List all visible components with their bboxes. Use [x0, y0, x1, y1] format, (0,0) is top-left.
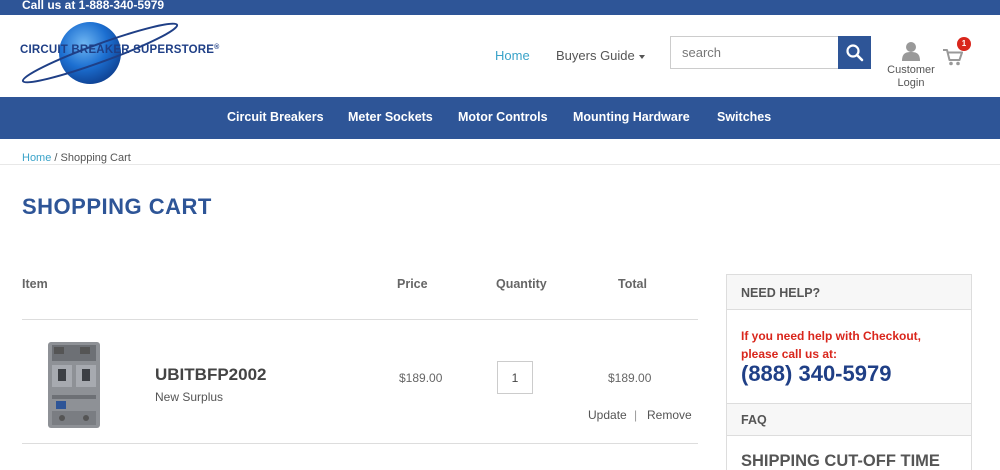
globe-logo-icon — [21, 22, 179, 84]
customer-login-label: Customer Login — [887, 64, 935, 89]
product-image[interactable] — [22, 337, 124, 433]
cart-link[interactable] — [943, 48, 965, 68]
category-nav: Circuit Breakers Meter Sockets Motor Con… — [0, 97, 1000, 139]
item-total: $189.00 — [608, 371, 652, 385]
cart-count-badge: 1 — [957, 37, 971, 51]
quantity-input[interactable] — [497, 361, 533, 394]
faq-heading: FAQ — [741, 413, 767, 427]
category-switches[interactable]: Switches — [717, 110, 771, 124]
shipping-cutoff-heading: SHIPPING CUT-OFF TIME — [741, 452, 940, 470]
column-header-item: Item — [22, 277, 48, 291]
search-icon — [846, 44, 864, 62]
buyers-guide-label: Buyers Guide — [556, 48, 635, 63]
category-mounting-hardware[interactable]: Mounting Hardware — [573, 110, 690, 124]
top-phone-text: Call us at 1-888-340-5979 — [22, 0, 165, 12]
remove-link[interactable]: Remove — [647, 408, 692, 422]
shopping-cart-icon — [943, 49, 963, 66]
faq-heading-bar: FAQ — [727, 403, 971, 436]
help-panel: NEED HELP? If you need help with Checkou… — [726, 274, 972, 470]
circuit-breaker-image-icon — [22, 337, 124, 433]
nav-buyers-guide-dropdown[interactable]: Buyers Guide — [556, 48, 645, 63]
product-sku-link[interactable]: UBITBFP2002 — [155, 365, 266, 385]
category-meter-sockets[interactable]: Meter Sockets — [348, 110, 433, 124]
caret-down-icon — [638, 54, 645, 59]
help-phone-number[interactable]: (888) 340-5979 — [741, 361, 891, 387]
user-icon — [902, 42, 920, 61]
category-circuit-breakers[interactable]: Circuit Breakers — [227, 110, 324, 124]
item-price: $189.00 — [399, 371, 443, 385]
divider — [0, 164, 1000, 165]
top-phone-bar: Call us at 1-888-340-5979 — [0, 0, 1000, 15]
nav-home-link[interactable]: Home — [495, 48, 530, 63]
logo-text: CIRCUIT BREAKER SUPERSTORE® — [20, 44, 220, 56]
column-header-total: Total — [618, 277, 647, 291]
search-button[interactable] — [838, 36, 871, 69]
customer-login-link[interactable]: Customer Login — [886, 41, 936, 93]
column-header-quantity: Quantity — [496, 277, 547, 291]
category-motor-controls[interactable]: Motor Controls — [458, 110, 548, 124]
breadcrumb-current: Shopping Cart — [60, 152, 131, 164]
table-divider — [22, 443, 698, 444]
breadcrumb: Home / Shopping Cart — [22, 152, 131, 164]
help-heading: NEED HELP? — [741, 286, 821, 300]
breadcrumb-home-link[interactable]: Home — [22, 152, 51, 164]
breadcrumb-separator: / — [51, 152, 61, 164]
site-logo[interactable]: CIRCUIT BREAKER SUPERSTORE® — [18, 19, 220, 97]
page-title: SHOPPING CART — [22, 194, 212, 219]
help-heading-bar: NEED HELP? — [727, 275, 971, 310]
table-divider — [22, 319, 698, 320]
update-link[interactable]: Update — [588, 408, 627, 422]
product-condition: New Surplus — [155, 390, 224, 404]
column-header-price: Price — [397, 277, 428, 291]
search-input[interactable] — [670, 36, 839, 69]
action-separator: | — [634, 408, 638, 422]
help-message: If you need help with Checkout, please c… — [741, 329, 922, 361]
site-header: CIRCUIT BREAKER SUPERSTORE® Home Buyers … — [0, 15, 1000, 97]
